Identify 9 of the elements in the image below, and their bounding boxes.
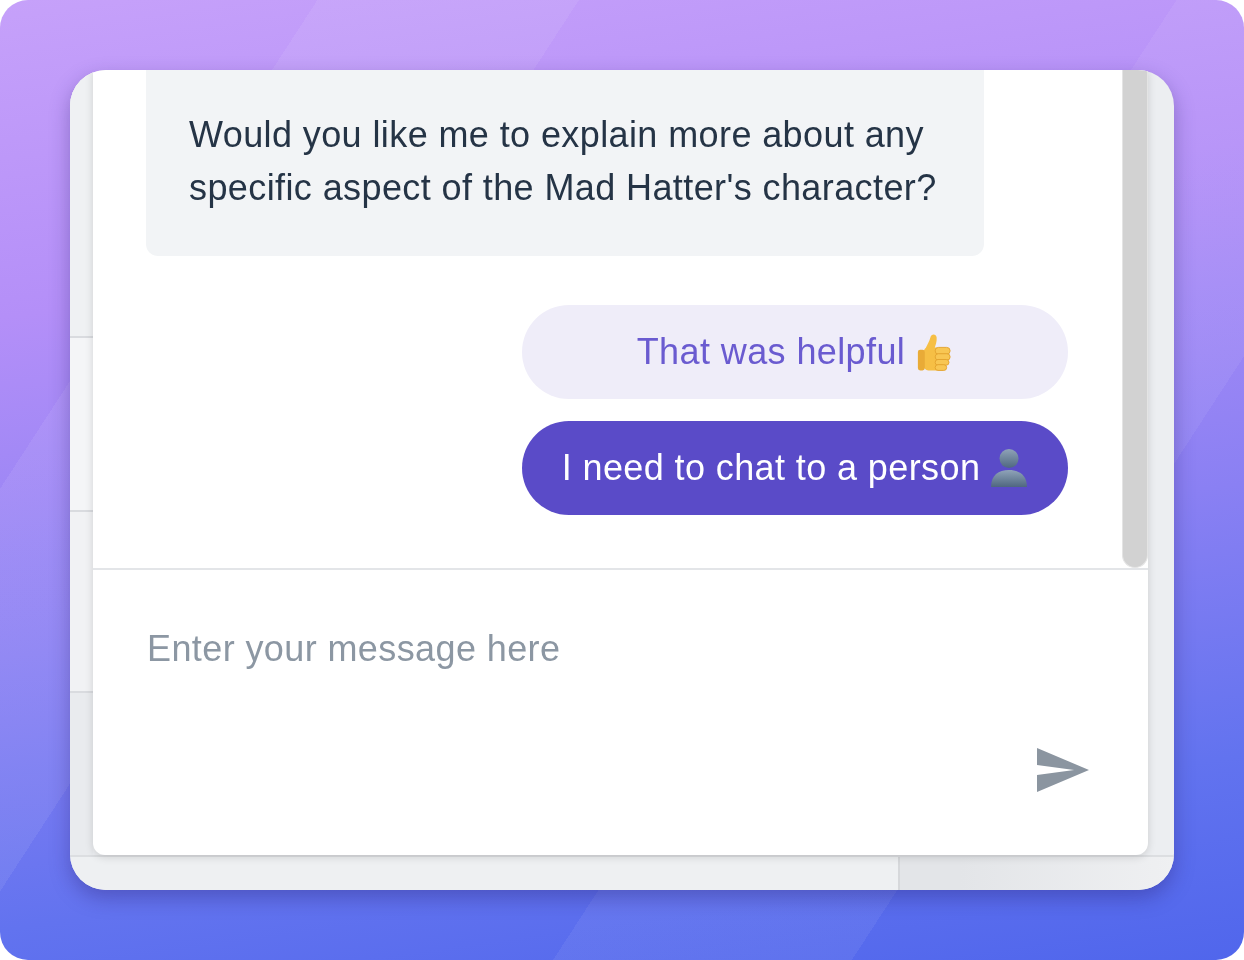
person-silhouette-icon bbox=[990, 449, 1029, 487]
send-icon bbox=[1037, 748, 1089, 792]
scrollbar-thumb[interactable] bbox=[1122, 70, 1148, 568]
thumbs-up-icon bbox=[915, 333, 954, 371]
quick-reply-button[interactable]: That was helpful bbox=[522, 305, 1068, 399]
send-button[interactable] bbox=[1037, 748, 1089, 792]
message-input[interactable]: Enter your message here bbox=[147, 619, 1047, 679]
message-bubble: Would you like me to explain more about any specific aspect of the Mad Hatter's character? bbox=[146, 70, 984, 256]
quick-reply-button[interactable]: I need to chat to a person bbox=[522, 421, 1068, 515]
